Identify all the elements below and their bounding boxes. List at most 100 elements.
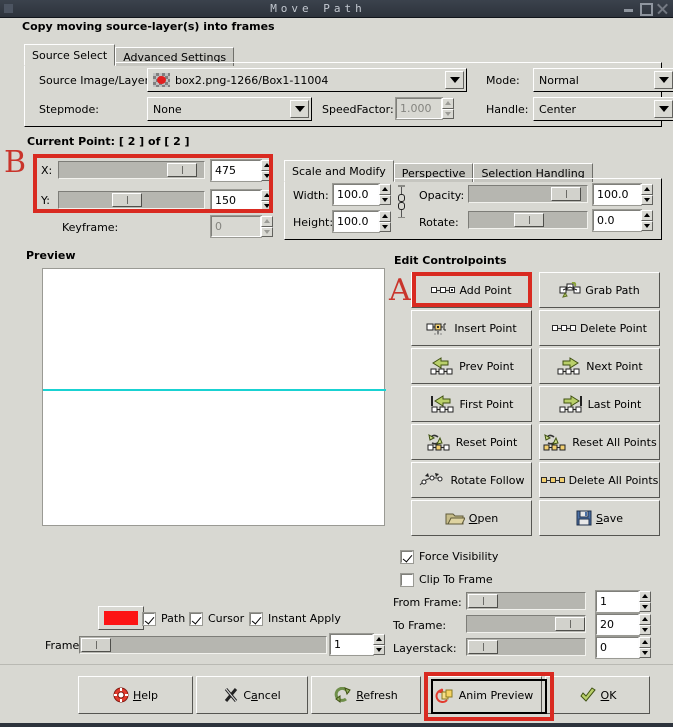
close-icon[interactable] bbox=[657, 3, 668, 14]
delete-point-button[interactable]: Delete Point bbox=[539, 310, 660, 346]
x-input[interactable]: 475 bbox=[210, 159, 262, 182]
chevron-down-icon[interactable] bbox=[445, 71, 464, 89]
spin-down-icon[interactable] bbox=[641, 220, 653, 231]
save-button[interactable]: Save bbox=[539, 500, 660, 536]
spin-down-icon[interactable] bbox=[261, 226, 273, 237]
spin-down-icon[interactable] bbox=[639, 601, 651, 612]
stepmode-combo[interactable]: None bbox=[147, 97, 312, 121]
cancel-button[interactable]: Cancel bbox=[196, 676, 308, 714]
from-frame-input[interactable]: 1 bbox=[595, 590, 640, 613]
from-frame-slider-handle[interactable] bbox=[468, 594, 498, 608]
to-frame-input[interactable]: 20 bbox=[595, 613, 640, 636]
layerstack-input[interactable]: 0 bbox=[595, 636, 640, 659]
x-spinner[interactable]: 475 bbox=[210, 159, 273, 182]
add-point-button[interactable]: Add Point bbox=[411, 272, 532, 308]
rotate-follow-button[interactable]: Rotate Follow bbox=[411, 462, 532, 498]
layerstack-spin-buttons[interactable] bbox=[639, 637, 651, 658]
y-slider-handle[interactable] bbox=[112, 193, 142, 207]
opacity-input[interactable]: 100.0 bbox=[592, 183, 642, 206]
height-spinner[interactable]: 100.0 bbox=[332, 210, 391, 233]
rotate-input[interactable]: 0.0 bbox=[592, 209, 642, 232]
chevron-down-icon[interactable] bbox=[290, 100, 309, 118]
to-frame-spin-buttons[interactable] bbox=[639, 614, 651, 635]
spin-down-icon[interactable] bbox=[373, 644, 385, 655]
layerstack-slider[interactable] bbox=[466, 638, 586, 656]
y-spin-buttons[interactable] bbox=[261, 190, 273, 211]
spin-up-icon[interactable] bbox=[379, 211, 391, 222]
maximize-icon[interactable] bbox=[640, 3, 653, 16]
ok-button[interactable]: OK bbox=[545, 676, 650, 714]
width-spin-buttons[interactable] bbox=[379, 184, 391, 205]
spin-up-icon[interactable] bbox=[261, 160, 273, 171]
tab-scale-and-modify[interactable]: Scale and Modify bbox=[284, 160, 394, 182]
source-image-combo[interactable]: box2.png-1266/Box1-11004 bbox=[147, 68, 467, 92]
y-input[interactable]: 150 bbox=[210, 189, 262, 212]
clip-to-frame-row[interactable]: Clip To Frame bbox=[400, 572, 493, 587]
spin-up-icon[interactable] bbox=[641, 184, 653, 195]
cursor-checkbox[interactable] bbox=[189, 611, 203, 626]
chain-link-icon[interactable] bbox=[396, 185, 406, 218]
reset-point-button[interactable]: Reset Point bbox=[411, 424, 532, 460]
frame-slider-handle[interactable] bbox=[81, 638, 111, 652]
from-frame-slider[interactable] bbox=[466, 592, 586, 610]
rotate-spin-buttons[interactable] bbox=[641, 210, 653, 231]
instant-apply-checkbox[interactable] bbox=[249, 611, 263, 626]
frame-slider[interactable] bbox=[79, 636, 327, 654]
speedfactor-input[interactable]: 1.000 bbox=[395, 97, 443, 120]
spin-down-icon[interactable] bbox=[639, 624, 651, 635]
x-slider-handle[interactable] bbox=[167, 163, 197, 177]
spin-down-icon[interactable] bbox=[261, 170, 273, 181]
width-spinner[interactable]: 100.0 bbox=[332, 183, 391, 206]
y-spinner[interactable]: 150 bbox=[210, 189, 273, 212]
last-point-button[interactable]: Last Point bbox=[539, 386, 660, 422]
spin-down-icon[interactable] bbox=[379, 221, 391, 232]
spin-up-icon[interactable] bbox=[261, 216, 273, 227]
keyframe-input[interactable]: 0 bbox=[210, 215, 262, 238]
path-color-swatch-button[interactable] bbox=[98, 606, 144, 630]
spin-up-icon[interactable] bbox=[442, 98, 454, 109]
opacity-spin-buttons[interactable] bbox=[641, 184, 653, 205]
path-checkbox[interactable] bbox=[142, 611, 156, 626]
open-button[interactable]: Open bbox=[411, 500, 532, 536]
rotate-slider-handle[interactable] bbox=[514, 213, 544, 227]
spin-up-icon[interactable] bbox=[261, 190, 273, 201]
speedfactor-spin-buttons[interactable] bbox=[442, 98, 454, 119]
reset-all-points-button[interactable]: Reset All Points bbox=[539, 424, 660, 460]
tab-source-select[interactable]: Source Select bbox=[24, 44, 116, 66]
x-slider[interactable] bbox=[58, 161, 205, 179]
opacity-slider-handle[interactable] bbox=[551, 187, 581, 201]
clip-to-frame-checkbox[interactable] bbox=[400, 572, 414, 587]
spin-down-icon[interactable] bbox=[639, 647, 651, 658]
spin-up-icon[interactable] bbox=[639, 637, 651, 648]
next-point-button[interactable]: Next Point bbox=[539, 348, 660, 384]
y-slider[interactable] bbox=[58, 191, 205, 209]
x-spin-buttons[interactable] bbox=[261, 160, 273, 181]
layerstack-slider-handle[interactable] bbox=[468, 640, 498, 654]
rotate-spinner[interactable]: 0.0 bbox=[592, 209, 653, 232]
speedfactor-spinner[interactable]: 1.000 bbox=[395, 97, 454, 120]
from-frame-spin-buttons[interactable] bbox=[639, 591, 651, 612]
opacity-slider[interactable] bbox=[468, 185, 588, 203]
handle-combo[interactable]: Center bbox=[533, 97, 673, 121]
to-frame-slider[interactable] bbox=[466, 615, 586, 633]
spin-down-icon[interactable] bbox=[442, 108, 454, 119]
force-visibility-checkbox[interactable] bbox=[400, 549, 414, 564]
frame-spin-buttons[interactable] bbox=[373, 634, 385, 655]
spin-up-icon[interactable] bbox=[641, 210, 653, 221]
chevron-down-icon[interactable] bbox=[654, 71, 673, 89]
delete-all-points-button[interactable]: Delete All Points bbox=[539, 462, 660, 498]
first-point-button[interactable]: First Point bbox=[411, 386, 532, 422]
insert-point-button[interactable]: Insert Point bbox=[411, 310, 532, 346]
frame-spinner[interactable]: 1 bbox=[329, 633, 385, 656]
preview-canvas[interactable] bbox=[42, 268, 386, 526]
force-visibility-row[interactable]: Force Visibility bbox=[400, 549, 498, 564]
prev-point-button[interactable]: Prev Point bbox=[411, 348, 532, 384]
cursor-checkbox-row[interactable]: Cursor bbox=[189, 611, 244, 626]
keyframe-spinner[interactable]: 0 bbox=[210, 215, 273, 238]
to-frame-spinner[interactable]: 20 bbox=[595, 613, 651, 636]
spin-up-icon[interactable] bbox=[639, 591, 651, 602]
help-button[interactable]: Help bbox=[78, 676, 193, 714]
instant-apply-checkbox-row[interactable]: Instant Apply bbox=[249, 611, 341, 626]
frame-input[interactable]: 1 bbox=[329, 633, 374, 656]
mode-combo[interactable]: Normal bbox=[533, 68, 673, 92]
